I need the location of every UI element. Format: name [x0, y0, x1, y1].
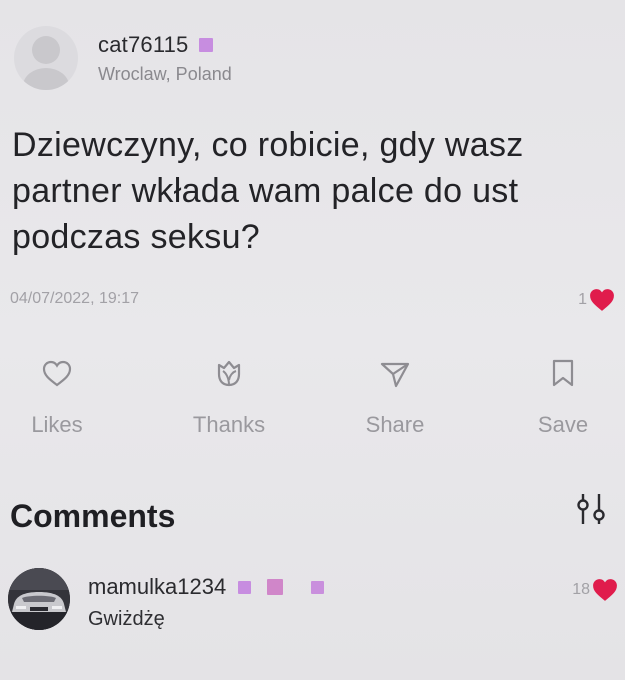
comments-title: Comments — [10, 498, 176, 534]
flower-icon — [217, 360, 241, 387]
comment-likes-number: 18 — [572, 581, 590, 598]
post-screen: cat76115 Wroclaw, Poland Dziewczyny, co … — [0, 0, 625, 680]
paper-plane-icon — [380, 362, 410, 388]
likes-button[interactable]: Likes — [2, 356, 112, 438]
post-text-line: partner wkłada wam palce do ust — [12, 172, 519, 210]
comment-item: mamulka1234 Gwiżdżę 18 — [8, 568, 618, 638]
save-label: Save — [537, 412, 589, 437]
author-avatar[interactable] — [14, 26, 78, 90]
filter-sliders-icon[interactable] — [573, 490, 611, 534]
post-date: 04/07/2022, 19:17 — [10, 290, 140, 307]
thanks-button[interactable]: Thanks — [174, 356, 284, 438]
post-likes-count[interactable]: 1 — [578, 288, 615, 312]
heart-filled-icon — [593, 579, 617, 601]
avatar-body — [23, 68, 69, 90]
thanks-label: Thanks — [192, 412, 266, 437]
comment-text: Gwiżdżę — [88, 608, 165, 630]
share-button[interactable]: Share — [340, 356, 450, 438]
post-text-line: podczas seksu? — [12, 218, 261, 256]
author-row: cat76115 — [98, 32, 232, 58]
likes-label: Likes — [31, 412, 83, 437]
post-header: cat76115 Wroclaw, Poland — [14, 26, 232, 90]
avatar-head — [32, 36, 60, 64]
comment-body: mamulka1234 Gwiżdżę — [88, 574, 325, 631]
post-likes-number: 1 — [578, 291, 587, 308]
comment-likes-count[interactable]: 18 — [572, 578, 618, 602]
commenter-avatar[interactable] — [8, 568, 70, 630]
comment-author[interactable]: mamulka1234 — [88, 574, 226, 600]
heart-filled-icon — [590, 289, 614, 311]
post-text-line: Dziewczyny, co robicie, gdy wasz — [12, 126, 524, 164]
author-location: Wroclaw, Poland — [98, 63, 232, 84]
car-image-icon — [8, 568, 70, 630]
rank-badge-icon — [267, 579, 284, 595]
post-actions: Likes Thanks Share Save — [0, 356, 625, 446]
rank-badge-icon — [238, 580, 252, 594]
save-button[interactable]: Save — [508, 356, 618, 438]
post-text: Dziewczyny, co robicie, gdy wasz partner… — [12, 122, 622, 260]
rank-badge-icon — [311, 580, 325, 594]
bookmark-icon — [552, 359, 574, 387]
rank-badge-icon — [198, 37, 213, 52]
author-info: cat76115 Wroclaw, Poland — [98, 32, 232, 85]
share-label: Share — [365, 412, 425, 437]
author-username[interactable]: cat76115 — [98, 32, 189, 58]
comment-author-row: mamulka1234 — [88, 574, 325, 600]
heart-outline-icon — [42, 360, 72, 387]
